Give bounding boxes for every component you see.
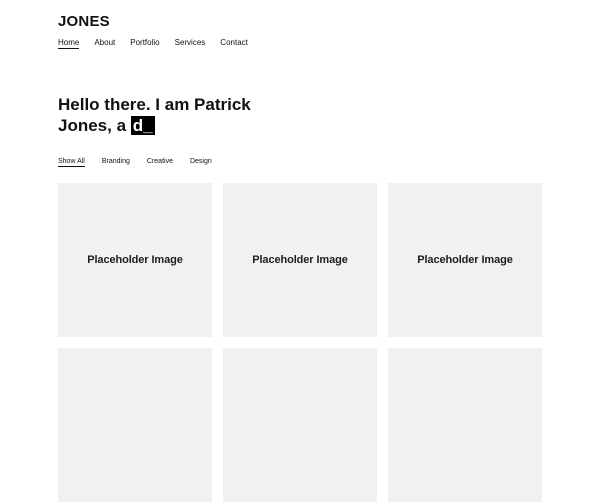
main-nav: Home About Portfolio Services Contact (58, 38, 263, 49)
nav-about[interactable]: About (94, 38, 115, 49)
filter-show-all[interactable]: Show All (58, 158, 85, 167)
nav-contact[interactable]: Contact (220, 38, 248, 49)
hero-line-1: Hello there. I am Patrick (58, 95, 251, 114)
portfolio-filters: Show All Branding Creative Design (58, 158, 229, 167)
portfolio-item[interactable] (58, 348, 212, 502)
site-logo[interactable]: JONES (58, 13, 110, 30)
placeholder-image-label: Placeholder Image (252, 254, 348, 266)
placeholder-image-label: Placeholder Image (87, 254, 183, 266)
filter-design[interactable]: Design (190, 158, 212, 167)
portfolio-item[interactable]: Placeholder Image (223, 183, 377, 337)
nav-home[interactable]: Home (58, 38, 80, 49)
filter-creative[interactable]: Creative (147, 158, 173, 167)
typed-text: d_ (130, 116, 155, 135)
nav-portfolio[interactable]: Portfolio (130, 38, 159, 49)
placeholder-image-label: Placeholder Image (417, 254, 513, 266)
portfolio-item[interactable]: Placeholder Image (388, 183, 542, 337)
nav-services[interactable]: Services (175, 38, 206, 49)
portfolio-item[interactable] (223, 348, 377, 502)
hero-line-2-prefix: Jones, a (58, 116, 131, 135)
hero-heading: Hello there. I am Patrick Jones, a d_ (58, 94, 278, 136)
portfolio-item[interactable] (388, 348, 542, 502)
portfolio-item[interactable]: Placeholder Image (58, 183, 212, 337)
filter-branding[interactable]: Branding (102, 158, 130, 167)
portfolio-grid: Placeholder Image Placeholder Image Plac… (58, 183, 542, 502)
